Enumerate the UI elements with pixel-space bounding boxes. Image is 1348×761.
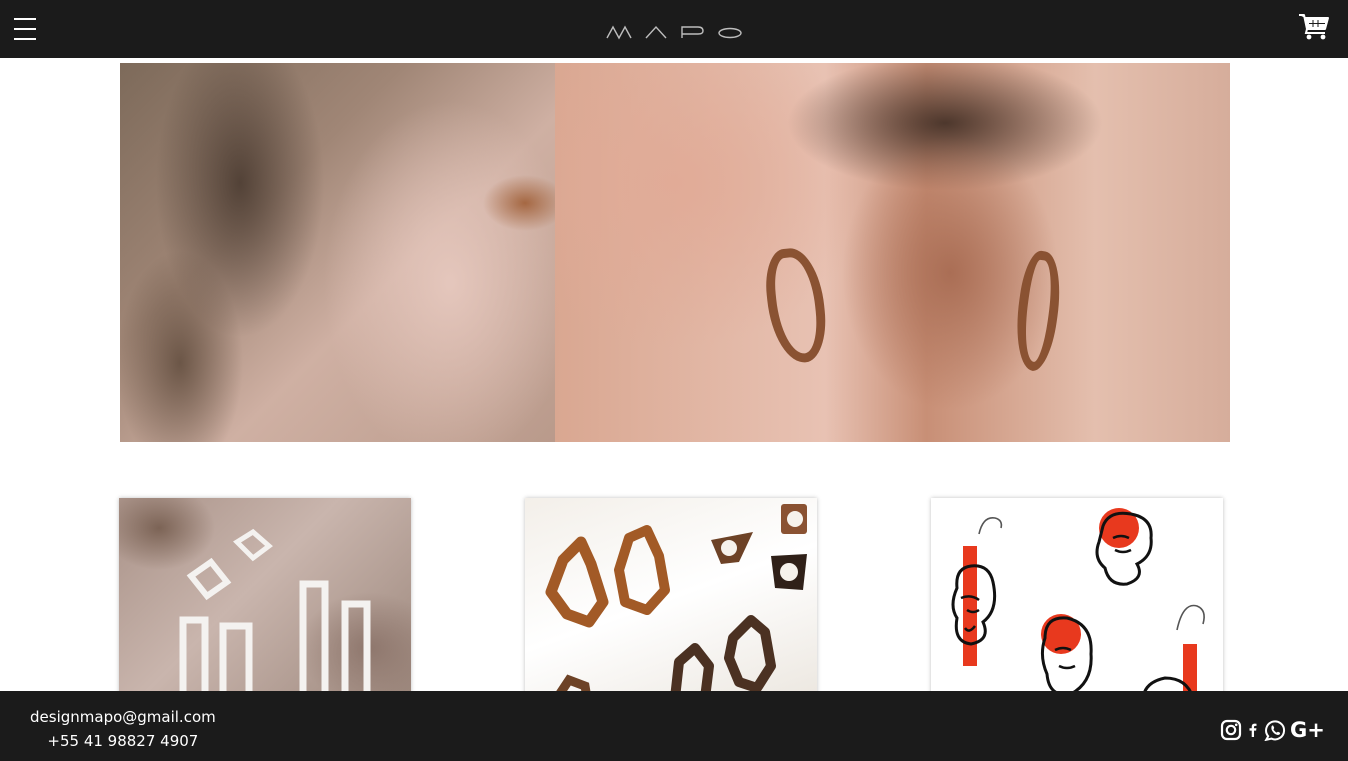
top-navigation-bar — [0, 0, 1348, 58]
brand-logo[interactable] — [604, 24, 744, 40]
facebook-icon[interactable] — [1246, 719, 1260, 741]
wooden-earring-left — [762, 245, 830, 366]
site-footer: designmapo@gmail.com +55 41 98827 4907 G… — [0, 691, 1348, 761]
hero-banner — [120, 63, 1230, 442]
product-card-line-art-earrings[interactable] — [931, 498, 1223, 698]
google-plus-icon[interactable]: G+ — [1290, 719, 1325, 741]
social-links: G+ — [1220, 718, 1325, 742]
contact-email[interactable]: designmapo@gmail.com — [30, 705, 216, 729]
white-geometric-earrings-image — [179, 528, 371, 698]
contact-info: designmapo@gmail.com +55 41 98827 4907 — [30, 705, 216, 753]
hero-rock-texture-image — [120, 63, 555, 442]
product-card-white-earrings[interactable] — [119, 498, 411, 698]
wooden-earring-right — [1009, 248, 1067, 374]
hero-model-portrait-image — [555, 63, 1230, 442]
face-line-art-earrings-image — [951, 508, 1205, 698]
instagram-icon[interactable] — [1220, 719, 1242, 741]
contact-phone[interactable]: +55 41 98827 4907 — [30, 729, 216, 753]
hamburger-menu-icon[interactable] — [14, 18, 36, 40]
whatsapp-icon[interactable] — [1264, 719, 1286, 741]
wooden-organic-earrings-image — [545, 504, 807, 698]
shopping-cart-icon[interactable] — [1298, 12, 1330, 40]
product-card-wooden-earrings[interactable] — [525, 498, 817, 698]
